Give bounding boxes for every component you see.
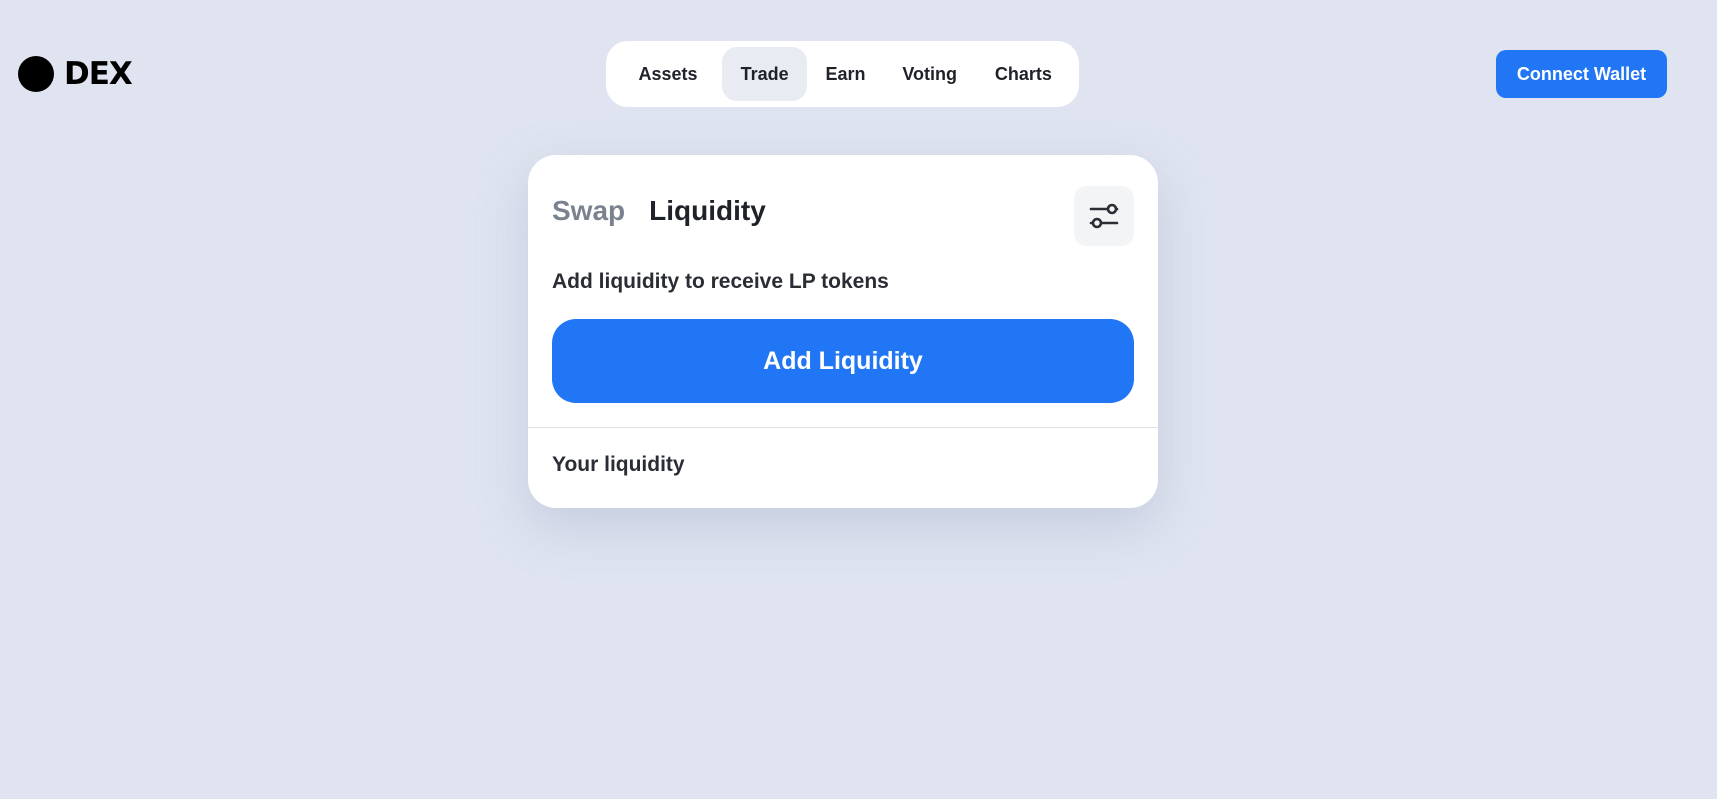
page: DEX Assets Trade Earn Voting Charts Conn… — [0, 0, 1717, 799]
logo[interactable]: DEX — [18, 55, 133, 93]
divider — [528, 427, 1158, 428]
your-liquidity-heading: Your liquidity — [552, 453, 685, 476]
sliders-icon — [1089, 203, 1119, 229]
logo-text: DEX — [64, 56, 133, 92]
card-description: Add liquidity to receive LP tokens — [552, 270, 889, 293]
nav-item-charts[interactable]: Charts — [976, 47, 1071, 101]
main-nav: Assets Trade Earn Voting Charts — [606, 41, 1079, 107]
nav-item-earn[interactable]: Earn — [807, 47, 883, 101]
nav-item-trade[interactable]: Trade — [722, 47, 808, 101]
tab-swap[interactable]: Swap — [552, 195, 625, 227]
connect-wallet-button[interactable]: Connect Wallet — [1496, 50, 1667, 98]
liquidity-card: Swap Liquidity Add liquidity to receive … — [528, 155, 1158, 508]
logo-circle-icon — [18, 56, 54, 92]
add-liquidity-button[interactable]: Add Liquidity — [552, 319, 1134, 403]
tab-liquidity[interactable]: Liquidity — [649, 195, 766, 227]
settings-button[interactable] — [1074, 186, 1134, 246]
nav-item-assets[interactable]: Assets — [614, 47, 722, 101]
card-tabs: Swap Liquidity — [552, 195, 766, 227]
nav-item-voting[interactable]: Voting — [884, 47, 976, 101]
